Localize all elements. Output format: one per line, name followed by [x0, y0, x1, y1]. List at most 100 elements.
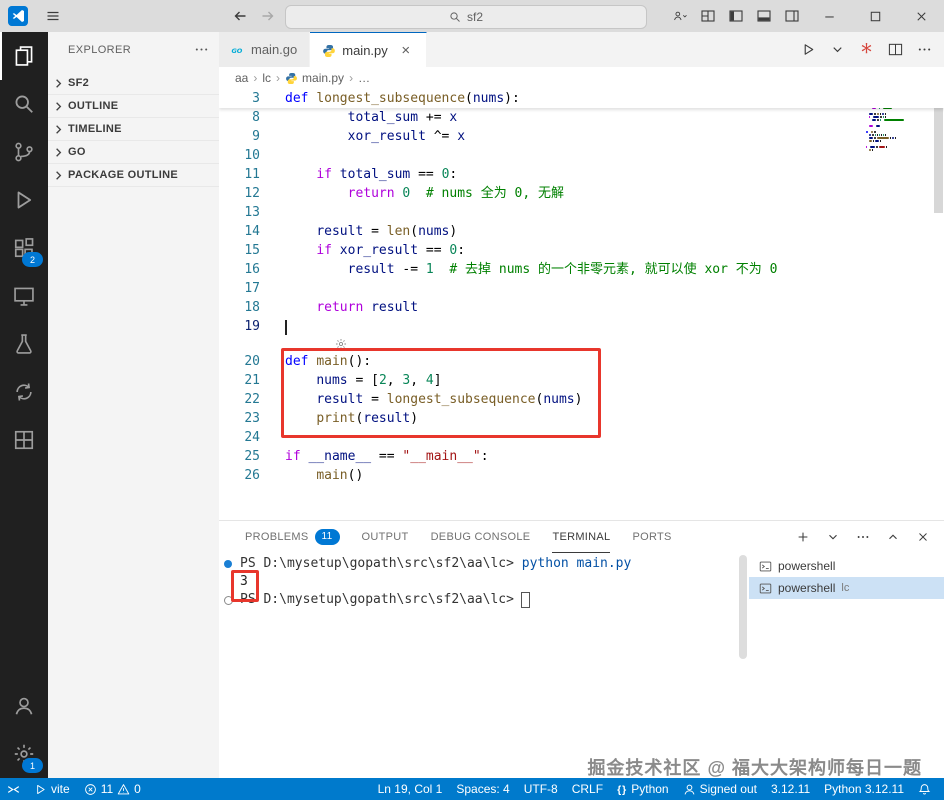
back-button[interactable]	[232, 8, 248, 24]
tab-main.go[interactable]: GO main.go	[219, 32, 311, 67]
more-actions-icon[interactable]	[194, 42, 209, 57]
line-number: 17	[244, 281, 260, 296]
tab-main.py[interactable]: main.py ×	[310, 32, 427, 68]
code-line[interactable]: 19	[219, 317, 944, 336]
code-line[interactable]: 9 xor_result ^= x	[219, 127, 944, 146]
close-tab-icon[interactable]: ×	[398, 42, 414, 59]
close-icon[interactable]	[916, 530, 930, 544]
status-version[interactable]: 3.12.11	[764, 778, 817, 800]
code-editor[interactable]: 3 def longest_subsequence(nums): 8 total_s…	[219, 89, 944, 520]
activity-explorer-icon[interactable]	[0, 32, 48, 80]
status-encoding[interactable]: UTF-8	[517, 778, 565, 800]
activity-grid-icon[interactable]	[0, 416, 48, 464]
activity-testing-icon[interactable]	[0, 320, 48, 368]
code-line[interactable]: 8 total_sum += x	[219, 108, 944, 127]
sidebar-section-package-outline[interactable]: PACKAGE OUTLINE	[48, 163, 219, 187]
code-line[interactable]: 25 if __name__ == "__main__":	[219, 447, 944, 466]
sidebar-section-timeline[interactable]: TIMELINE	[48, 117, 219, 140]
terminal-row: PS D:\mysetup\gopath\src\sf2\aa\lc>	[219, 591, 744, 609]
chevron-right-icon	[51, 99, 66, 114]
chevron-right-icon	[51, 168, 66, 183]
status-indentation[interactable]: Spaces: 4	[449, 778, 516, 800]
plus-icon[interactable]	[796, 530, 810, 544]
code-line[interactable]: 18 return result	[219, 298, 944, 317]
section-label: SF2	[68, 77, 90, 89]
minimize-button[interactable]	[806, 0, 852, 32]
annotation-box-code	[281, 348, 601, 438]
terminal-tab-powershell[interactable]: powershell	[749, 555, 944, 577]
section-label: TIMELINE	[68, 123, 122, 135]
activity-sync-icon[interactable]	[0, 368, 48, 416]
chevron-up-icon[interactable]	[886, 530, 900, 544]
code-line[interactable]: 10	[219, 146, 944, 165]
code-line[interactable]: 12 return 0 # nums 全为 0, 无解	[219, 184, 944, 203]
run-icon[interactable]	[801, 42, 816, 57]
extension-icon[interactable]	[859, 42, 874, 57]
activity-source-control-icon[interactable]	[0, 128, 48, 176]
more-icon[interactable]	[856, 530, 870, 544]
code-line[interactable]: 17	[219, 279, 944, 298]
terminal[interactable]: PS D:\mysetup\gopath\src\sf2\aa\lc> pyth…	[219, 555, 744, 778]
activity-account-icon[interactable]	[0, 682, 48, 730]
line-number: 3	[252, 91, 260, 106]
menu-icon[interactable]	[45, 8, 61, 24]
panel-tab-output[interactable]: OUTPUT	[362, 521, 409, 553]
status-notifications[interactable]	[911, 778, 938, 800]
breadcrumb-item-main.py[interactable]: main.py	[285, 71, 344, 85]
code-line[interactable]: 13	[219, 203, 944, 222]
text-cursor	[285, 320, 287, 335]
line-number: 16	[244, 262, 260, 277]
panel-tab-ports[interactable]: PORTS	[632, 521, 671, 553]
panel-tab-problems[interactable]: PROBLEMS 11	[245, 521, 340, 553]
panel-bottom-icon[interactable]	[750, 0, 778, 32]
warning-icon	[117, 783, 130, 796]
chevron-down-icon[interactable]	[826, 530, 840, 544]
code-line[interactable]: 15 if xor_result == 0:	[219, 241, 944, 260]
status-cursor-position[interactable]: Ln 19, Col 1	[371, 778, 450, 800]
panel-tab-terminal[interactable]: TERMINAL	[552, 521, 611, 553]
code-text	[269, 317, 287, 336]
activity-extensions-icon[interactable]: 2	[0, 224, 48, 272]
chevron-down-icon[interactable]	[830, 42, 845, 57]
code-line[interactable]: 26 main()	[219, 466, 944, 485]
status-signed-out[interactable]: Signed out	[676, 778, 764, 800]
layout-grid-icon[interactable]	[694, 0, 722, 32]
breadcrumb-item-lc[interactable]: lc	[262, 71, 271, 85]
sidebar-section-sf2[interactable]: SF2	[48, 72, 219, 94]
code-line[interactable]: 14 result = len(nums)	[219, 222, 944, 241]
breadcrumb-item-…[interactable]: …	[358, 71, 370, 85]
sidebar-right-icon[interactable]	[778, 0, 806, 32]
status-language-mode[interactable]: {} Python	[610, 778, 676, 800]
status-remote[interactable]	[0, 778, 27, 800]
profile-icon[interactable]	[666, 0, 694, 32]
code-line[interactable]: 16 result -= 1 # 去掉 nums 的一个非零元素, 就可以使 x…	[219, 260, 944, 279]
bottom-panel: PROBLEMS 11 OUTPUT DEBUG CONSOLE TERMINAL POR…	[219, 520, 944, 778]
activity-run-debug-icon[interactable]	[0, 176, 48, 224]
sidebar-section-go[interactable]: GO	[48, 140, 219, 163]
activity-search-icon[interactable]	[0, 80, 48, 128]
command-decoration-icon[interactable]	[224, 560, 232, 568]
close-button[interactable]	[898, 0, 944, 32]
command-center-search[interactable]: sf2	[285, 5, 647, 29]
sidebar-left-icon[interactable]	[722, 0, 750, 32]
status-problems[interactable]: 11 0	[77, 778, 148, 800]
more-icon[interactable]	[917, 42, 932, 57]
status-eol[interactable]: CRLF	[565, 778, 610, 800]
terminal-tab-powershell[interactable]: powershell lc	[749, 577, 944, 599]
panel-tab-debug-console[interactable]: DEBUG CONSOLE	[431, 521, 531, 553]
sticky-scroll-line[interactable]: 3 def longest_subsequence(nums):	[219, 89, 944, 108]
maximize-button[interactable]	[852, 0, 898, 32]
line-number: 22	[244, 392, 260, 407]
activity-remote-explorer-icon[interactable]	[0, 272, 48, 320]
breadcrumb-item-aa[interactable]: aa	[235, 71, 248, 85]
code-line[interactable]: 11 if total_sum == 0:	[219, 165, 944, 184]
status-task-vite[interactable]: vite	[27, 778, 77, 800]
activity-settings-icon[interactable]: 1	[0, 730, 48, 778]
forward-button[interactable]	[260, 8, 276, 24]
terminal-scrollbar[interactable]	[739, 555, 747, 659]
sidebar-section-outline[interactable]: OUTLINE	[48, 94, 219, 117]
split-editor-icon[interactable]	[888, 42, 903, 57]
status-python-interpreter[interactable]: Python 3.12.11	[817, 778, 911, 800]
